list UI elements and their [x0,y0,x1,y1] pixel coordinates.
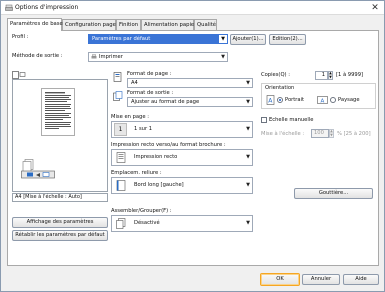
page-thumbnail [41,88,75,136]
chevron-down-icon: ▼ [219,35,227,43]
settings-panel: Profil : Paramètres par défaut ▼ Ajouter… [7,30,379,266]
printer-app-icon [5,4,13,11]
tab-basic-settings[interactable]: Paramètres de base [7,18,63,31]
scale-range: % [25 à 200] [337,131,371,137]
close-icon[interactable]: ✕ [370,3,380,13]
add-profile-button[interactable]: Ajouter(1)... [230,34,266,45]
copies-spinner[interactable]: ▲ ▼ [328,71,333,80]
output-size-value: Ajuster au format de page [131,99,200,105]
duplex-select[interactable]: Impression recto ▼ [111,149,253,166]
chevron-down-icon: ▼ [246,154,250,160]
scale-spinner[interactable]: ▲ ▼ [329,129,334,138]
chevron-down-icon: ▼ [246,126,250,132]
duplex-label: Impression recto verso/au format brochur… [111,142,226,148]
tab-paper-source[interactable]: Alimentation papier [141,19,196,30]
binding-edge-icon [116,180,126,191]
preview-view-icon[interactable] [12,71,26,79]
collate-select[interactable]: Désactivé ▼ [111,215,253,232]
binding-label: Emplacem. reliure : [111,170,162,176]
collate-label: Assembler/Grouper(F) : [111,208,172,214]
copies-range: [1 à 9999] [336,72,364,78]
output-size-select[interactable]: Ajuster au format de page ▼ [127,97,253,107]
printer-output-icon [21,159,55,179]
binding-select[interactable]: Bord long [gauche] ▼ [111,177,253,194]
layout-value: 1 sur 1 [134,126,153,132]
ok-button[interactable]: OK [260,273,300,286]
duplex-value: Impression recto [134,154,178,160]
restore-defaults-button[interactable]: Rétablir les paramètres par défaut [12,230,108,241]
cancel-button[interactable]: Annuler [302,274,340,285]
edit-profile-button[interactable]: Edition(2)... [269,34,306,45]
chevron-down-icon: ▼ [246,220,250,226]
portrait-label: Portrait [285,97,305,103]
binding-value: Bord long [gauche] [134,182,184,188]
svg-text:A: A [321,98,325,104]
page-preview [12,79,108,192]
layout-label: Mise en page : [111,114,149,120]
layout-number-icon: 1 [114,123,127,136]
printer-icon [91,54,97,59]
output-method-value: Imprimer [99,54,123,60]
orientation-label: Orientation [265,85,295,91]
scale-value: 100 [314,130,324,136]
output-method-select[interactable]: Imprimer ▼ [88,52,228,62]
copies-label: Copies(Q) : [261,72,290,78]
copies-value: 1 [321,72,325,78]
manual-scaling-checkbox[interactable] [261,117,267,123]
page-size-label: Format de page : [127,71,172,77]
collate-icon [116,218,126,229]
page-size-icon [113,72,122,82]
landscape-label: Paysage [338,97,360,103]
output-method-label: Méthode de sortie : [12,53,63,59]
output-size-label: Format de sortie : [127,90,174,96]
tab-finishing[interactable]: Finition [116,19,141,30]
page-size-select[interactable]: A4 ▼ [127,78,253,88]
portrait-radio[interactable] [277,97,283,103]
help-button[interactable]: Aide [343,274,379,285]
scale-input[interactable]: 100 [311,129,329,138]
tab-page-setup[interactable]: Configuration page [62,19,116,30]
preview-status: A4 [Mise à l'échelle : Auto] [12,193,108,202]
landscape-icon: A [317,96,328,104]
collate-value: Désactivé [134,220,160,226]
gutter-button[interactable]: Gouttière... [294,188,373,199]
layout-select[interactable]: 1 1 sur 1 ▼ [111,121,253,138]
profile-select[interactable]: Paramètres par défaut ▼ [88,34,228,44]
one-sided-icon [116,152,126,163]
chevron-down-icon: ▼ [221,54,225,60]
print-options-dialog: Options d'impression ✕ Paramètres de bas… [0,0,385,292]
view-settings-button[interactable]: Affichage des paramètres [12,217,108,228]
scale-label: Mise à l'échelle : [261,131,305,137]
window-title: Options d'impression [15,4,79,11]
portrait-icon: A [266,95,275,105]
tab-quality[interactable]: Qualité [194,19,217,30]
profile-label: Profil : [12,34,29,40]
chevron-down-icon: ▼ [246,80,250,86]
profile-value: Paramètres par défaut [92,36,151,42]
landscape-radio[interactable] [330,97,336,103]
title-bar: Options d'impression ✕ [1,1,384,15]
chevron-down-icon: ▼ [246,99,250,105]
page-size-value: A4 [131,80,138,86]
output-size-icon [113,91,123,101]
chevron-down-icon: ▼ [246,182,250,188]
copies-input[interactable]: 1 [315,71,328,80]
manual-scaling-label: Echelle manuelle [269,117,314,123]
